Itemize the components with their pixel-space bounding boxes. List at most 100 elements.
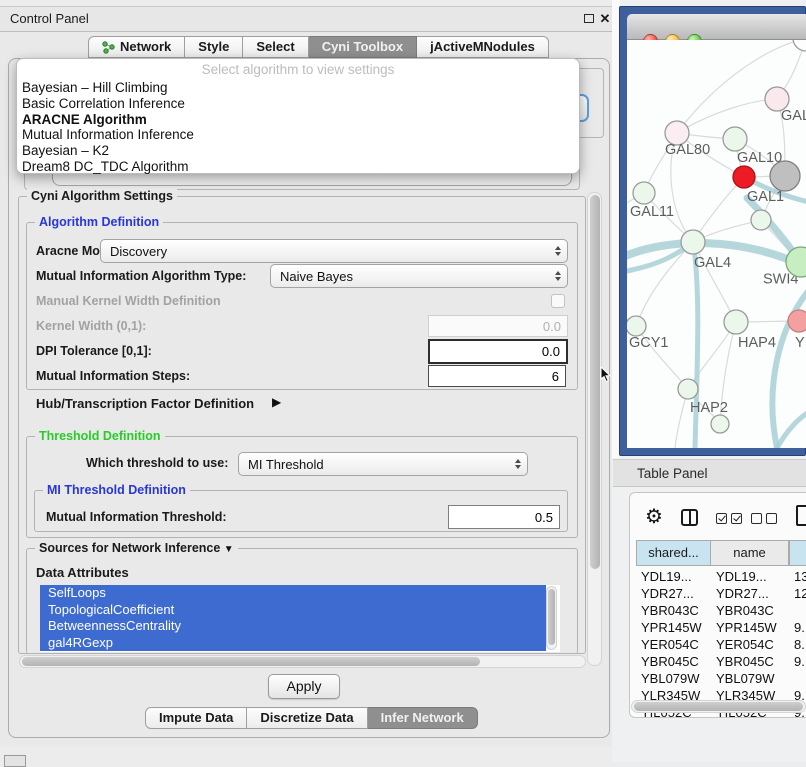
graph-node-gal10[interactable]	[723, 127, 747, 151]
table-cell[interactable]: YDL19...	[716, 569, 789, 584]
table-panel-title: Table Panel	[637, 466, 708, 481]
graph-node[interactable]	[711, 415, 729, 433]
graph-node[interactable]	[770, 161, 800, 191]
scrollbar-thumb[interactable]	[590, 195, 600, 569]
graph-node-hap4[interactable]	[724, 310, 748, 334]
collapsed-arrow-icon[interactable]: ▶	[272, 395, 281, 409]
close-button[interactable]: ✕	[598, 12, 612, 26]
mi-threshold-field[interactable]: 0.5	[448, 505, 560, 529]
graph-node-hap2[interactable]	[678, 379, 698, 399]
node-label: GAL80	[665, 142, 710, 158]
bottom-tab-impute-data[interactable]: Impute Data	[145, 707, 247, 729]
tab-style[interactable]: Style	[185, 36, 243, 58]
tab-label: Cyni Toolbox	[322, 36, 403, 58]
data-attributes-label: Data Attributes	[36, 565, 129, 580]
settings-vertical-scrollbar[interactable]	[587, 192, 602, 666]
tab-select[interactable]: Select	[243, 36, 308, 58]
mouse-cursor	[600, 366, 612, 383]
dpi-tolerance-field[interactable]: 0.0	[428, 339, 568, 364]
gear-icon[interactable]: ⚙	[645, 504, 663, 529]
tab-cyni-toolbox[interactable]: Cyni Toolbox	[309, 36, 417, 58]
table-cell[interactable]: 9.	[794, 620, 806, 635]
network-window-titlebar[interactable]	[627, 14, 806, 40]
table-cell[interactable]: YBR045C	[716, 654, 789, 669]
attribute-item-gal4rgexp[interactable]: gal4RGexp	[40, 635, 546, 652]
bottom-tab-discretize-data[interactable]: Discretize Data	[247, 707, 367, 729]
attribute-item-selfloops[interactable]: SelfLoops	[40, 585, 546, 602]
scrollbar-thumb[interactable]	[634, 702, 803, 711]
graph-node-gal1[interactable]	[733, 166, 755, 188]
dpi-tolerance-label: DPI Tolerance [0,1]:	[36, 344, 152, 358]
graph-node-y[interactable]	[788, 310, 806, 332]
scrollbar-thumb[interactable]	[22, 657, 480, 666]
export-table-icon[interactable]	[796, 505, 806, 526]
settings-horizontal-scrollbar[interactable]	[19, 655, 586, 668]
column-header-extra[interactable]	[789, 540, 806, 566]
expanded-arrow-icon[interactable]: ▼	[224, 544, 234, 555]
table-cell[interactable]: YER054C	[641, 637, 711, 652]
algorithm-definition-title: Algorithm Definition	[35, 215, 163, 229]
table-cell[interactable]: 8.	[794, 637, 806, 652]
select-all-checks-icon[interactable]	[716, 513, 742, 524]
graph-node[interactable]	[793, 40, 806, 51]
float-window-button[interactable]	[582, 12, 596, 26]
combo-arrows-icon	[555, 271, 563, 281]
table-horizontal-scrollbar[interactable]	[631, 700, 806, 713]
table-cell[interactable]: YDR27...	[716, 586, 789, 601]
tab-label: Network	[120, 36, 171, 58]
algorithm-option-bayesian-hill-climbing[interactable]: Bayesian – Hill Climbing	[22, 80, 572, 96]
table-cell[interactable]: YBR045C	[641, 654, 711, 669]
table-cell[interactable]: 13	[794, 569, 806, 584]
algorithm-option-mutual-information-inference[interactable]: Mutual Information Inference	[22, 127, 572, 143]
which-threshold-value: MI Threshold	[248, 457, 515, 472]
attributes-list-scrollbar[interactable]	[546, 586, 557, 650]
aracne-mode-combo[interactable]: Discovery	[100, 239, 568, 263]
manual-kernel-checkbox[interactable]	[551, 294, 565, 308]
table-cell[interactable]: YDL19...	[641, 569, 711, 584]
mi-type-combo[interactable]: Naive Bayes	[270, 264, 568, 288]
columns-icon[interactable]	[681, 509, 698, 526]
table-cell[interactable]: YBR043C	[716, 603, 789, 618]
mi-type-label: Mutual Information Algorithm Type:	[36, 269, 246, 283]
table-cell[interactable]: 12	[794, 586, 806, 601]
kernel-width-field[interactable]: 0.0	[428, 315, 568, 337]
attribute-item-betweennesscentrality[interactable]: BetweennessCentrality	[40, 618, 546, 635]
graph-edge	[636, 242, 693, 326]
kernel-width-label: Kernel Width (0,1):	[36, 319, 146, 333]
table-cell[interactable]: YPR145W	[716, 620, 789, 635]
column-header-shared[interactable]: shared...	[636, 540, 711, 566]
column-header-name[interactable]: name	[711, 540, 789, 566]
graph-node-gal4[interactable]	[681, 230, 705, 254]
bottom-tab-infer-network[interactable]: Infer Network	[368, 707, 478, 729]
algorithm-option-aracne-algorithm[interactable]: ARACNE Algorithm	[22, 112, 572, 128]
table-cell[interactable]: YBR043C	[641, 603, 711, 618]
table-cell[interactable]: YDR27...	[641, 586, 711, 601]
mi-steps-field[interactable]: 6	[428, 365, 566, 387]
table-cell[interactable]: YER054C	[716, 637, 789, 652]
table-cell[interactable]: YPR145W	[641, 620, 711, 635]
which-threshold-combo[interactable]: MI Threshold	[238, 452, 528, 476]
apply-button[interactable]: Apply	[268, 674, 340, 699]
node-label: GAL10	[737, 150, 782, 166]
algorithm-option-bayesian-k2[interactable]: Bayesian – K2	[22, 143, 572, 159]
algorithm-option-basic-correlation-inference[interactable]: Basic Correlation Inference	[22, 96, 572, 112]
graph-node-swi4[interactable]	[751, 210, 771, 230]
graph-node-gal11[interactable]	[633, 182, 655, 204]
minimized-panel-chip[interactable]	[4, 755, 26, 767]
network-canvas[interactable]: GALGAL80GAL10GAL1GAL11SWI4GAL4GCY1HAP4YH…	[627, 40, 806, 448]
data-attributes-list[interactable]: SelfLoopsTopologicalCoefficientBetweenne…	[40, 585, 560, 652]
mi-type-value: Naive Bayes	[280, 269, 555, 284]
table-cell[interactable]: 9.	[794, 654, 806, 669]
table-cell[interactable]: YBL079W	[716, 671, 789, 686]
tab-jactivemnodules[interactable]: jActiveMNodules	[417, 36, 549, 58]
sources-group-title: Sources for Network Inference ▼	[35, 541, 238, 555]
network-icon	[102, 41, 115, 54]
tab-network[interactable]: Network	[88, 36, 185, 58]
deselect-all-checks-icon[interactable]	[751, 513, 777, 524]
table-cell[interactable]: YBL079W	[641, 671, 711, 686]
algorithm-option-dream8-dc-tdc-algorithm[interactable]: Dream8 DC_TDC Algorithm	[22, 159, 572, 175]
attribute-item-topologicalcoefficient[interactable]: TopologicalCoefficient	[40, 602, 546, 619]
scrollbar-thumb[interactable]	[548, 589, 555, 645]
algorithm-dropdown-popup: Select algorithm to view settings Bayesi…	[16, 58, 580, 174]
graph-node-gcy1[interactable]	[627, 316, 646, 336]
